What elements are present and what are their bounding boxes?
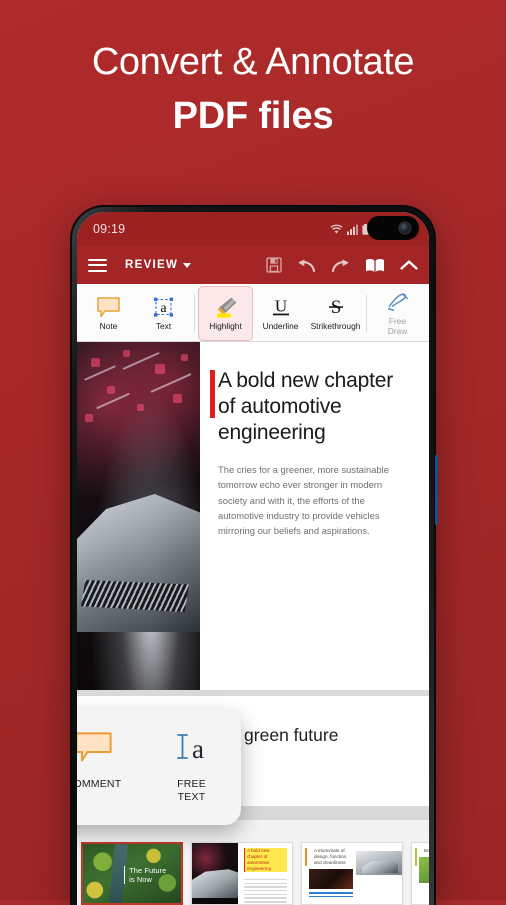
wifi-icon xyxy=(330,224,343,234)
page1-heading: A bold new chapter of automotive enginee… xyxy=(218,369,394,444)
free-text-icon: a xyxy=(173,732,210,767)
tool-note-label: Note xyxy=(99,320,118,331)
app-toolbar: REVIEW xyxy=(77,246,429,284)
page1-photo xyxy=(77,342,200,690)
tool-strikethrough[interactable]: S Strikethrough xyxy=(308,286,363,341)
tool-text[interactable]: a Text xyxy=(136,286,191,341)
thumbnail-4-heading: Baby steps towards a massive change xyxy=(424,848,429,853)
tool-highlight[interactable]: Highlight xyxy=(198,286,253,341)
thumbnail-page-3[interactable]: 3 A triumvirate of design, function and … xyxy=(301,842,403,905)
signal-icon xyxy=(347,224,358,235)
thumbnail-page-1[interactable]: 1 The Future is Now xyxy=(81,842,183,905)
popup-comment-label: COMMENT xyxy=(77,778,122,790)
comment-bubble-icon xyxy=(77,732,112,767)
popup-free-text-action[interactable]: a FREE TEXT xyxy=(156,732,228,804)
thumbnail-page-4[interactable]: Baby steps towards a massive change xyxy=(411,842,429,905)
thumbnail-2-photo xyxy=(192,843,246,904)
camera-lens xyxy=(400,223,410,233)
document-viewer[interactable]: A bold new chapter of automotive enginee… xyxy=(77,342,429,905)
headline-line-1: Convert & Annotate xyxy=(91,41,415,83)
page1-body-text: The cries for a greener, more sustainabl… xyxy=(218,464,389,537)
tool-strikethrough-label: Strikethrough xyxy=(310,320,361,331)
svg-text:a: a xyxy=(160,301,167,316)
thumbnail-card-4: Baby steps towards a massive change xyxy=(411,842,429,905)
hamburger-menu-icon[interactable] xyxy=(88,258,107,272)
thumbnail-3-photo xyxy=(356,843,402,904)
thumbnail-3-text: A triumvirate of design, function and cl… xyxy=(302,843,356,904)
popup-comment-action[interactable]: COMMENT xyxy=(77,732,130,791)
tool-divider-left xyxy=(194,295,195,332)
page1-accent-bar xyxy=(210,370,215,418)
review-mode-selector[interactable]: REVIEW xyxy=(125,259,192,271)
tool-highlight-label: Highlight xyxy=(209,320,242,331)
thumbnail-2-text: A bold new chapter of automotive enginee… xyxy=(238,843,292,904)
highlighter-icon xyxy=(213,296,239,319)
thumbnail-page-2[interactable]: 2 A bold new chapter of automotive engin… xyxy=(191,842,293,905)
text-box-icon: a xyxy=(152,296,175,319)
promo-headline: Convert & Annotate PDF files xyxy=(0,38,506,142)
headline-line-2: PDF files xyxy=(172,95,334,137)
front-camera-cutout xyxy=(367,216,419,240)
popup-free-text-label: FREE TEXT xyxy=(177,778,206,804)
page1-text-column: A bold new chapter of automotive enginee… xyxy=(200,342,429,690)
tool-text-label: Text xyxy=(155,320,172,331)
free-draw-pen-icon xyxy=(386,291,410,314)
status-clock: 09:19 xyxy=(93,222,126,236)
thumbnail-3-heading: A triumvirate of design, function and cl… xyxy=(314,848,347,865)
status-bar: 09:19 xyxy=(77,212,429,246)
popup-free-text-label-line1: FREE xyxy=(177,778,206,790)
page-thumbnail-strip[interactable]: 1 The Future is Now 2 xyxy=(77,820,429,905)
annotation-tool-strip: Note a Text Highlight U Underline S Stri… xyxy=(77,284,429,342)
review-mode-label: REVIEW xyxy=(125,259,179,271)
thumbnail-4-text: Baby steps towards a massive change xyxy=(412,843,429,904)
tool-free-draw-label-line2: Draw xyxy=(387,325,408,336)
thumbnail-2-highlight-text: A bold new chapter of automotive enginee… xyxy=(244,848,287,872)
popup-free-text-label-line2: TEXT xyxy=(177,791,206,803)
svg-text:a: a xyxy=(192,734,204,762)
tool-underline-label: Underline xyxy=(262,320,299,331)
thumbnail-card-2: A bold new chapter of automotive enginee… xyxy=(191,842,293,905)
read-mode-icon[interactable] xyxy=(365,258,385,273)
sticky-note-icon xyxy=(97,296,120,319)
thumbnail-1-caption-line2: is Now xyxy=(129,875,152,885)
tool-free-draw[interactable]: Free Draw xyxy=(370,286,425,341)
underline-u-icon: U xyxy=(269,296,293,319)
collapse-toolbar-icon[interactable] xyxy=(400,259,418,271)
thumbnail-1-caption-line1: The Future xyxy=(129,866,167,876)
tool-divider-right xyxy=(366,295,367,332)
tool-note[interactable]: Note xyxy=(81,286,136,341)
tool-free-draw-label-line1: Free xyxy=(388,316,407,326)
strikethrough-s-icon: S xyxy=(324,296,348,319)
svg-text:U: U xyxy=(274,297,286,316)
tool-underline[interactable]: U Underline xyxy=(253,286,308,341)
thumbnail-card-1: The Future is Now xyxy=(81,842,183,905)
thumbnail-card-3: A triumvirate of design, function and cl… xyxy=(301,842,403,905)
annotation-popup-card: COMMENT a FREE TEXT xyxy=(77,710,241,825)
phone-mockup: 09:19 REVIEW Note a Text Highlight U Und… xyxy=(70,205,438,905)
save-icon[interactable] xyxy=(266,257,282,273)
undo-icon[interactable] xyxy=(297,258,316,273)
thumbnail-1-caption: The Future is Now xyxy=(124,866,167,885)
tool-free-draw-label: Free Draw xyxy=(387,316,408,336)
redo-icon[interactable] xyxy=(331,258,350,273)
chevron-down-icon xyxy=(183,262,192,268)
document-page-1: A bold new chapter of automotive enginee… xyxy=(77,342,429,690)
toolbar-actions xyxy=(266,257,418,273)
thumbnail-1-cover-image: The Future is Now xyxy=(83,844,181,903)
phone-screen: 09:19 REVIEW Note a Text Highlight U Und… xyxy=(77,212,429,905)
